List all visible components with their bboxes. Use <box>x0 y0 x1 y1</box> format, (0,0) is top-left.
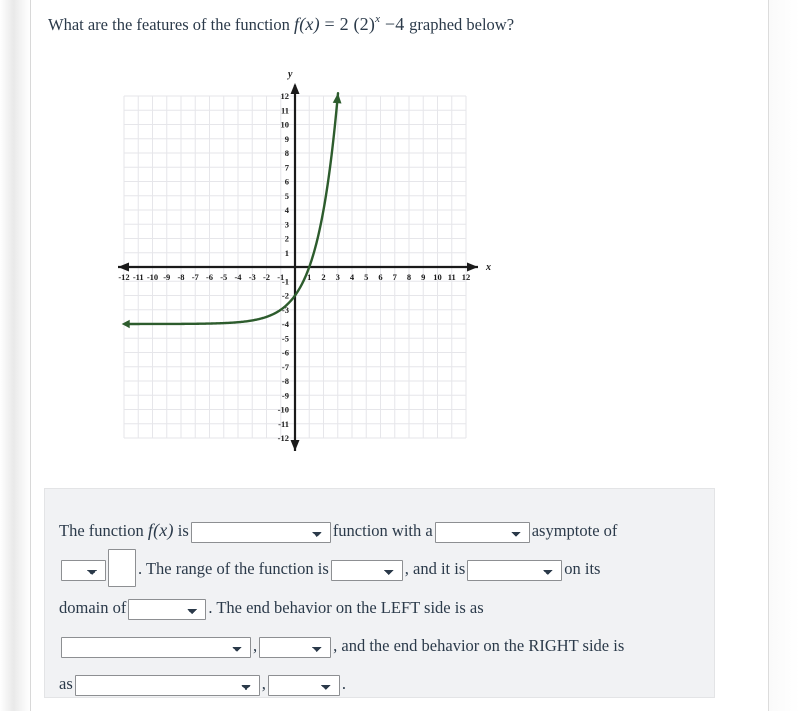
x-tick-2: 2 <box>321 272 325 282</box>
x-tick--5: -5 <box>220 272 227 282</box>
x-axis-label: x <box>485 262 491 273</box>
x-tick-3: 3 <box>336 272 340 282</box>
x-tick-11: 11 <box>448 272 456 282</box>
formula-coefficient: 2 <box>339 14 349 34</box>
select-monotonicity[interactable] <box>467 559 563 581</box>
page-right-shadow <box>769 0 800 711</box>
y-tick--9: -9 <box>282 390 289 400</box>
x-tick-10: 10 <box>433 272 442 282</box>
question-prefix: What are the features of the function <box>48 15 290 34</box>
select-domain[interactable] <box>128 598 207 620</box>
answer-text-the-function: The function <box>59 521 144 540</box>
answer-text-comma-2: , <box>261 674 266 694</box>
answer-line-3: domain of . The end behavior on the LEFT … <box>59 598 484 620</box>
y-tick-12: 12 <box>281 91 290 101</box>
answer-text-function-with-a: function with a <box>332 521 433 540</box>
answer-text-and-it-is: , and it is <box>404 559 466 578</box>
x-tick--12: -12 <box>118 272 129 282</box>
x-tick--10: -10 <box>147 272 158 282</box>
formula-exponent: x <box>375 13 381 25</box>
y-tick--1: -1 <box>282 276 289 286</box>
y-tick-6: 6 <box>285 177 289 187</box>
y-tick--12: -12 <box>278 433 289 443</box>
formula-constant: 4 <box>395 14 405 34</box>
x-tick--4: -4 <box>234 272 242 282</box>
question-formula: f(x) = 2 (2)x −4 <box>294 13 409 34</box>
y-tick-9: 9 <box>285 134 289 144</box>
answer-line-1: The function f(x) is function with a asymp… <box>59 520 618 543</box>
answer-line-5: as,. <box>59 674 346 696</box>
answer-line-2: . The range of the function is , and it i… <box>59 549 601 588</box>
y-tick--2: -2 <box>282 291 289 301</box>
x-tick-8: 8 <box>407 272 411 282</box>
select-asymptote-type[interactable] <box>434 521 530 543</box>
page-sheet: What are the features of the function f(… <box>0 0 800 711</box>
x-tick-5: 5 <box>364 272 368 282</box>
answer-formula-fx: f(x) <box>147 520 174 540</box>
answer-line-4: , , and the end behavior on the RIGHT sid… <box>59 636 625 658</box>
y-tick-10: 10 <box>281 120 290 130</box>
answer-panel: The function f(x) is function with a asymp… <box>44 488 715 698</box>
x-tick--2: -2 <box>263 272 270 282</box>
graph-svg: x y -12 -11 -10 -9 -8 -7 -6 -5 -4 -3 -2 -1 1 2 3 4 5 6 7 8 9… <box>118 69 491 451</box>
y-tick--7: -7 <box>282 362 290 372</box>
x-tick-7: 7 <box>393 272 398 282</box>
function-curve <box>121 91 342 329</box>
answer-text-left-side: . The end behavior on the LEFT side is a… <box>208 598 484 618</box>
y-tick--5: -5 <box>282 333 289 343</box>
select-right-end-x[interactable] <box>74 674 260 696</box>
select-function-type[interactable] <box>190 521 331 543</box>
x-tick-9: 9 <box>421 272 425 282</box>
answer-text-asymptote-of: asymptote of <box>531 521 618 540</box>
x-tick--9: -9 <box>163 272 170 282</box>
y-axis-label: y <box>287 69 293 80</box>
formula-equals: = <box>324 14 335 34</box>
question-text: What are the features of the function f(… <box>48 8 748 37</box>
y-tick-3: 3 <box>285 219 289 229</box>
select-asymptote-axis[interactable] <box>61 559 106 581</box>
answer-text-on-its: on its <box>564 559 601 578</box>
y-tick--6: -6 <box>282 348 289 358</box>
x-tick--7: -7 <box>192 272 200 282</box>
answer-text-as: as <box>59 674 73 694</box>
select-right-end-y[interactable] <box>267 674 340 696</box>
formula-lhs: f(x) <box>294 14 320 34</box>
answer-text-domain-of: domain of <box>59 598 127 618</box>
answer-sentence: The function f(x) is function with a asymp… <box>59 511 714 703</box>
y-tick--11: -11 <box>278 419 289 429</box>
y-tick-8: 8 <box>285 148 289 158</box>
y-tick--4: -4 <box>282 319 290 329</box>
answer-text-period: . <box>341 674 346 694</box>
select-left-end-x[interactable] <box>61 636 251 658</box>
answer-text-is: is <box>177 521 189 540</box>
x-tick--3: -3 <box>249 272 256 282</box>
select-range[interactable] <box>330 559 403 581</box>
input-asymptote-value[interactable] <box>108 549 136 588</box>
y-tick-5: 5 <box>285 191 289 201</box>
answer-text-range-of: . The range of the function is <box>138 559 329 578</box>
y-tick--8: -8 <box>282 376 289 386</box>
x-tick-4: 4 <box>350 272 355 282</box>
x-tick-12: 12 <box>462 272 471 282</box>
select-left-end-y[interactable] <box>259 636 332 658</box>
answer-text-comma-1: , <box>253 636 258 656</box>
y-tick--10: -10 <box>278 405 289 415</box>
question-suffix: graphed below? <box>409 15 515 34</box>
y-tick-2: 2 <box>285 234 289 244</box>
x-tick--8: -8 <box>177 272 184 282</box>
formula-base: (2) <box>353 14 376 34</box>
y-tick-11: 11 <box>281 105 289 115</box>
x-tick--6: -6 <box>206 272 213 282</box>
answer-text-right-side: , and the end behavior on the RIGHT side… <box>333 636 625 656</box>
x-tick--11: -11 <box>133 272 144 282</box>
x-tick-6: 6 <box>378 272 382 282</box>
coordinate-graph: x y -12 -11 -10 -9 -8 -7 -6 -5 -4 -3 -2 -1 1 2 3 4 5 6 7 8 9… <box>0 55 500 465</box>
graph-axes <box>118 83 478 451</box>
formula-minus: − <box>384 14 396 34</box>
y-tick-1: 1 <box>285 248 289 258</box>
